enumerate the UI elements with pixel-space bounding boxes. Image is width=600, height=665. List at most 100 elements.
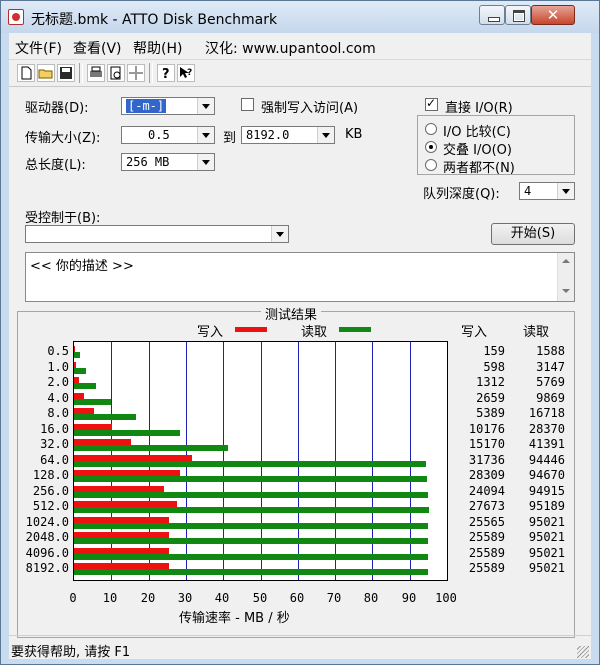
description-box[interactable]: << 你的描述 >>	[25, 252, 575, 302]
x-tick-label: 100	[435, 591, 457, 605]
close-button[interactable]: ✕	[531, 5, 575, 25]
read-bar	[74, 414, 136, 420]
description-text: << 你的描述 >>	[30, 259, 134, 274]
read-bar	[74, 460, 426, 467]
write-value: 10176	[468, 421, 505, 436]
read-bar	[74, 367, 86, 374]
menu-site[interactable]: 汉化: www.upantool.com	[205, 38, 376, 58]
save-icon[interactable]	[57, 64, 75, 82]
force-write-label: 强制写入访问(A)	[261, 101, 359, 116]
scroll-down-icon[interactable]	[562, 289, 570, 293]
y-tick-label: 4096.0	[25, 545, 69, 560]
x-tick-label: 10	[102, 591, 118, 605]
y-tick-label: 2.0	[47, 375, 69, 389]
read-bar	[74, 352, 80, 358]
read-value: 95021	[528, 545, 565, 560]
legend-write-swatch	[235, 327, 267, 332]
open-icon[interactable]	[37, 64, 55, 82]
transfer-from-value: 0.5	[148, 128, 170, 142]
new-icon[interactable]	[17, 64, 35, 82]
write-value: 1312	[476, 375, 505, 389]
neither-radio[interactable]	[425, 159, 437, 171]
controlled-by-label: 受控制于(B):	[25, 211, 101, 226]
y-tick-label: 8192.0	[25, 561, 69, 575]
chevron-down-icon	[197, 98, 214, 114]
read-value: 94670	[528, 468, 565, 482]
legend-write-label: 写入	[197, 325, 224, 340]
x-tick-label: 90	[401, 591, 417, 605]
write-value: 5389	[476, 406, 505, 420]
toolbar-separator	[79, 63, 83, 83]
x-tick-label: 20	[140, 591, 156, 605]
write-value: 15170	[468, 437, 505, 451]
io-compare-radio[interactable]	[425, 123, 437, 135]
help-icon[interactable]: ?	[157, 64, 175, 82]
print-preview-icon[interactable]	[107, 64, 125, 82]
write-value: 159	[483, 344, 505, 358]
move-icon[interactable]	[127, 64, 145, 82]
resize-grip-icon[interactable]	[577, 646, 589, 658]
title-bar[interactable]: 无标题.bmk - ATTO Disk Benchmark ✕	[1, 1, 599, 33]
chart-plot-area	[73, 341, 448, 581]
direct-io-checkbox[interactable]	[425, 96, 438, 111]
queue-depth-select[interactable]: 4	[519, 182, 575, 200]
toolbar: ? ?	[9, 59, 591, 87]
read-value: 41391	[528, 437, 565, 451]
x-tick-label: 70	[326, 591, 342, 605]
write-value: 598	[483, 359, 505, 374]
start-button[interactable]: 开始(S)	[491, 223, 575, 245]
io-compare-label: I/O 比较(C)	[443, 125, 511, 140]
menu-view[interactable]: 查看(V)	[73, 38, 122, 58]
menu-help[interactable]: 帮助(H)	[133, 38, 182, 58]
drive-value: [-m-]	[124, 98, 168, 114]
y-tick-label: 16.0	[40, 421, 69, 436]
write-value: 25589	[468, 561, 505, 575]
chevron-down-icon	[197, 154, 214, 170]
read-value: 16718	[528, 406, 565, 420]
write-value: 28309	[468, 468, 505, 482]
maximize-button[interactable]	[505, 5, 531, 25]
minimize-button[interactable]	[479, 5, 505, 25]
total-length-label: 总长度(L):	[25, 158, 86, 173]
overlap-io-radio[interactable]	[425, 141, 437, 153]
menu-file[interactable]: 文件(F)	[15, 38, 62, 58]
to-label: 到	[223, 131, 237, 146]
transfer-to-select[interactable]: 8192.0	[241, 126, 335, 144]
x-tick-label: 50	[252, 591, 268, 605]
write-value: 25565	[468, 514, 505, 529]
x-tick-label: 40	[214, 591, 230, 605]
y-tick-label: 0.5	[47, 344, 69, 358]
neither-label: 两者都不(N)	[443, 161, 515, 176]
read-value: 95189	[528, 499, 565, 513]
legend-read-swatch	[339, 327, 371, 332]
read-value: 3147	[536, 359, 565, 374]
total-length-select[interactable]: 256 MB	[121, 153, 215, 171]
print-icon[interactable]	[87, 64, 105, 82]
controlled-by-select[interactable]	[25, 225, 289, 243]
direct-io-label: 直接 I/O(R)	[445, 101, 513, 116]
window-title: 无标题.bmk - ATTO Disk Benchmark	[31, 12, 278, 28]
x-tick-label: 0	[69, 591, 77, 605]
read-bar	[74, 553, 428, 560]
read-bar	[74, 445, 228, 451]
y-tick-label: 128.0	[32, 468, 69, 482]
force-write-checkbox[interactable]	[241, 98, 254, 111]
y-tick-label: 8.0	[47, 406, 69, 420]
client-area: 文件(F) 查看(V) 帮助(H) 汉化: www.upantool.com ?…	[9, 33, 591, 660]
read-column-header: 读取	[523, 325, 550, 340]
read-bar	[74, 491, 428, 498]
write-value: 31736	[468, 452, 505, 467]
read-bar	[74, 476, 427, 482]
scroll-up-icon[interactable]	[562, 259, 570, 263]
description-scrollbar[interactable]	[557, 253, 574, 301]
read-value: 28370	[528, 421, 565, 436]
y-tick-label: 32.0	[40, 437, 69, 451]
write-column-header: 写入	[461, 325, 488, 340]
context-help-icon[interactable]: ?	[177, 64, 195, 82]
read-value: 5769	[536, 375, 565, 389]
drive-select[interactable]: [-m-]	[121, 97, 215, 115]
y-tick-label: 256.0	[32, 483, 69, 498]
total-length-value: 256 MB	[126, 155, 170, 169]
transfer-from-select[interactable]: 0.5	[121, 126, 215, 144]
y-tick-label: 512.0	[32, 499, 69, 513]
